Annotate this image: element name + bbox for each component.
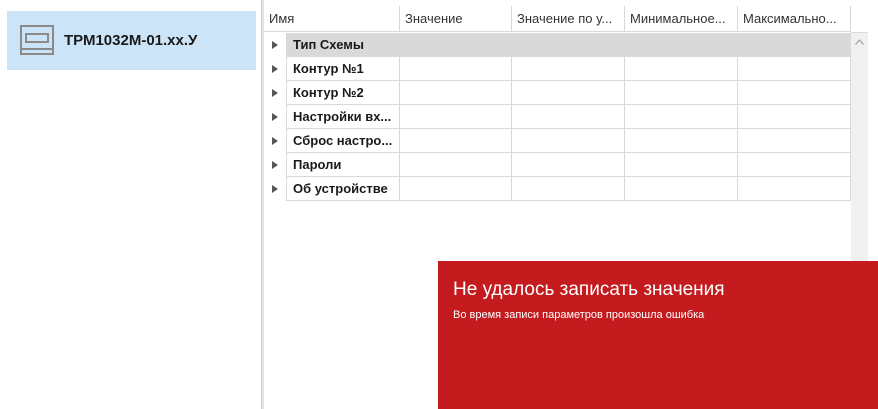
row-max (738, 81, 851, 105)
row-default (512, 177, 625, 201)
row-max (738, 57, 851, 81)
column-header-name[interactable]: Имя (264, 6, 400, 32)
expand-arrow-icon[interactable] (264, 105, 286, 129)
row-max (738, 153, 851, 177)
column-header-default[interactable]: Значение по у... (512, 6, 625, 32)
expand-arrow-icon[interactable] (264, 33, 286, 57)
column-header-max[interactable]: Максимально... (738, 6, 851, 32)
row-value[interactable] (400, 153, 512, 177)
table-row[interactable]: Контур №2 (264, 81, 851, 105)
row-name: Сброс настро... (286, 129, 400, 153)
table-row[interactable]: Контур №1 (264, 57, 851, 81)
row-value[interactable] (400, 177, 512, 201)
row-min (625, 153, 738, 177)
expand-arrow-icon[interactable] (264, 129, 286, 153)
expand-arrow-icon[interactable] (264, 57, 286, 81)
row-max (738, 33, 851, 57)
row-value[interactable] (400, 33, 512, 57)
toast-message: Во время записи параметров произошла оши… (453, 309, 705, 321)
device-panel: ТРМ1032М-01.хх.У (0, 0, 261, 409)
table-row[interactable]: Тип Схемы (264, 33, 851, 57)
row-default (512, 57, 625, 81)
chevron-up-icon[interactable] (851, 33, 868, 50)
row-max (738, 105, 851, 129)
row-max (738, 129, 851, 153)
toast-title: Не удалось записать значения (453, 279, 725, 300)
row-default (512, 153, 625, 177)
row-min (625, 33, 738, 57)
row-value[interactable] (400, 105, 512, 129)
table-row[interactable]: Об устройстве (264, 177, 851, 201)
row-default (512, 33, 625, 57)
row-min (625, 81, 738, 105)
row-default (512, 105, 625, 129)
row-value[interactable] (400, 57, 512, 81)
device-item[interactable]: ТРМ1032М-01.хх.У (7, 11, 256, 70)
grid-rows: Тип Схемы Контур №1 Контур №2 Настройки … (264, 33, 851, 201)
row-name: Контур №2 (286, 81, 400, 105)
device-icon (19, 24, 55, 56)
header-corner (851, 6, 868, 33)
row-min (625, 177, 738, 201)
row-value[interactable] (400, 129, 512, 153)
row-name: Тип Схемы (286, 33, 400, 57)
row-min (625, 105, 738, 129)
table-row[interactable]: Сброс настро... (264, 129, 851, 153)
row-name: Контур №1 (286, 57, 400, 81)
expand-arrow-icon[interactable] (264, 177, 286, 201)
table-row[interactable]: Настройки вх... (264, 105, 851, 129)
row-default (512, 129, 625, 153)
row-default (512, 81, 625, 105)
row-min (625, 129, 738, 153)
expand-arrow-icon[interactable] (264, 153, 286, 177)
row-name: Об устройстве (286, 177, 400, 201)
row-name: Настройки вх... (286, 105, 400, 129)
grid-header: Имя Значение Значение по у... Минимально… (264, 6, 851, 32)
row-value[interactable] (400, 81, 512, 105)
row-name: Пароли (286, 153, 400, 177)
expand-arrow-icon[interactable] (264, 81, 286, 105)
row-min (625, 57, 738, 81)
row-max (738, 177, 851, 201)
column-header-value[interactable]: Значение (400, 6, 512, 32)
column-header-min[interactable]: Минимальное... (625, 6, 738, 32)
table-row[interactable]: Пароли (264, 153, 851, 177)
error-toast[interactable]: Не удалось записать значения Во время за… (438, 261, 878, 409)
device-label: ТРМ1032М-01.хх.У (64, 32, 198, 49)
